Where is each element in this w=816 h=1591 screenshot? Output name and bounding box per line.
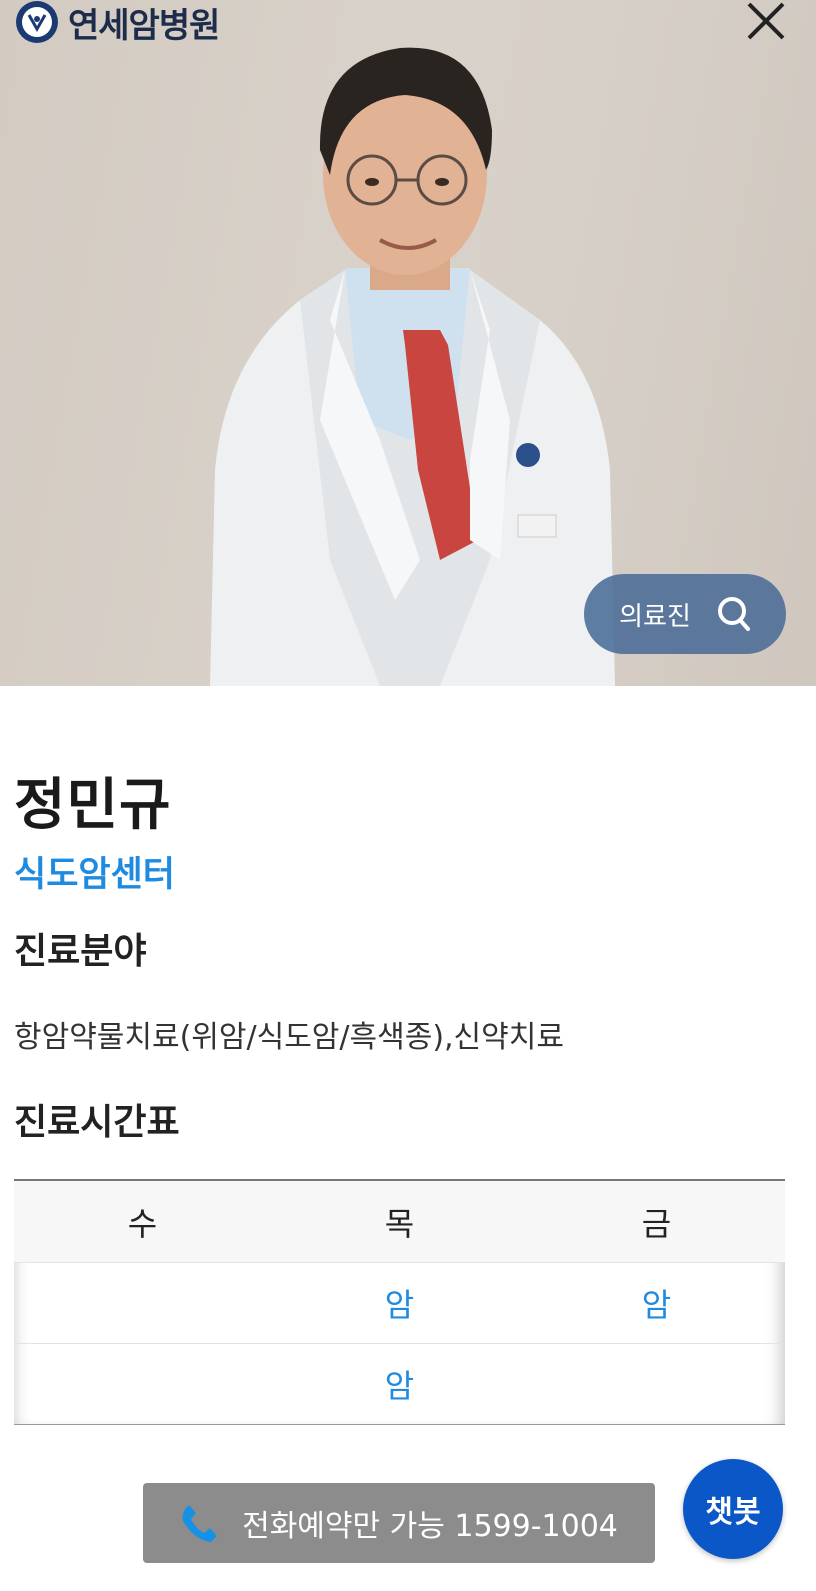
schedule-cell [14, 1262, 271, 1344]
day-header-wed: 수 [14, 1180, 271, 1263]
schedule-title: 진료시간표 [14, 1102, 180, 1143]
doctors-search-button[interactable]: 의료진 [584, 574, 786, 654]
day-header-fri: 금 [528, 1180, 785, 1263]
department-link[interactable]: 식도암센터 [14, 846, 175, 897]
schedule-cell: 암 [528, 1262, 785, 1344]
chatbot-label: 챗봇 [705, 1495, 761, 1530]
close-icon [747, 2, 785, 40]
search-icon [717, 597, 750, 631]
doctors-button-label: 의료진 [619, 601, 691, 632]
schedule-header-row: 수 목 금 [14, 1180, 785, 1263]
day-header-thu: 목 [271, 1180, 528, 1263]
yonsei-emblem-icon [16, 1, 58, 43]
doctor-name: 정민규 [14, 773, 172, 838]
logo-text: 연세암병원 [68, 5, 220, 46]
doctor-hero: 연세암병원 의료진 [0, 0, 816, 686]
schedule-cell: 암 [271, 1262, 528, 1344]
phone-button-label: 전화예약만 가능 1599-1004 [242, 1509, 618, 1544]
hospital-logo[interactable]: 연세암병원 [14, 0, 220, 46]
schedule-table: 수 목 금 암 암 암 [14, 1179, 785, 1425]
close-button[interactable] [742, 0, 790, 42]
fields-text: 항암약물치료(위암/식도암/흑색종),신약치료 [14, 1020, 564, 1055]
phone-reservation-button[interactable]: 전화예약만 가능 1599-1004 [143, 1483, 655, 1563]
schedule-cell [14, 1344, 271, 1425]
fields-title: 진료분야 [14, 931, 147, 972]
chatbot-button[interactable]: 챗봇 [683, 1459, 783, 1559]
schedule-row-2: 암 [14, 1344, 785, 1425]
phone-icon [182, 1505, 218, 1542]
schedule-row-1: 암 암 [14, 1262, 785, 1344]
schedule-cell: 암 [384, 1367, 415, 1405]
schedule-cell [528, 1344, 785, 1425]
